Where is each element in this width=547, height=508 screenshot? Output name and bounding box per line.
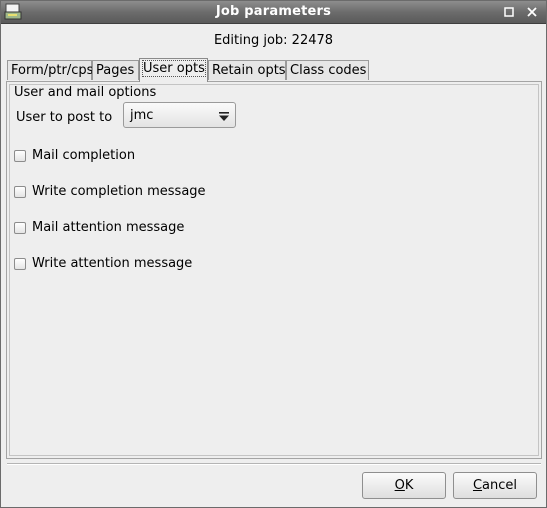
maximize-icon[interactable] bbox=[501, 4, 517, 20]
ok-mnemonic: O bbox=[394, 478, 405, 493]
window-title: Job parameters bbox=[215, 4, 332, 19]
checkbox-label: Mail completion bbox=[32, 148, 136, 163]
ok-label-rest: K bbox=[404, 478, 414, 493]
mail-completion-checkbox-row[interactable]: Mail completion bbox=[14, 148, 144, 164]
tab-label: Form/ptr/cps bbox=[11, 63, 94, 78]
tab-form-ptr-cps[interactable]: Form/ptr/cps bbox=[7, 60, 94, 80]
write-completion-message-checkbox-row[interactable]: Write completion message bbox=[14, 184, 214, 200]
ok-button[interactable]: OK bbox=[362, 472, 446, 499]
write-attention-message-checkbox[interactable] bbox=[14, 258, 26, 270]
tab-retain-opts[interactable]: Retain opts bbox=[208, 60, 286, 80]
user-mail-options-group: User and mail options User to post to jm… bbox=[9, 84, 539, 456]
user-to-post-label: User to post to bbox=[16, 110, 113, 125]
write-attention-message-checkbox-row[interactable]: Write attention message bbox=[14, 256, 204, 272]
cancel-mnemonic: C bbox=[472, 478, 483, 493]
tab-label: Class codes bbox=[290, 63, 367, 78]
group-title: User and mail options bbox=[14, 85, 157, 100]
cancel-label-rest: ancel bbox=[482, 478, 518, 493]
close-icon[interactable] bbox=[524, 4, 540, 20]
tab-user-opts[interactable]: User opts bbox=[139, 58, 208, 82]
tab-label: User opts bbox=[142, 60, 206, 77]
write-completion-message-checkbox[interactable] bbox=[14, 186, 26, 198]
tab-label: Retain opts bbox=[212, 63, 286, 78]
checkbox-label: Write completion message bbox=[32, 184, 206, 199]
combobox-value: jmc bbox=[130, 108, 154, 123]
job-parameters-window: Job parameters Editing job: 22478 Form/p… bbox=[0, 0, 547, 508]
editing-job-label: Editing job: 22478 bbox=[213, 33, 334, 48]
user-opts-panel: User and mail options User to post to jm… bbox=[6, 81, 542, 459]
tab-pages[interactable]: Pages bbox=[92, 60, 139, 80]
dropdown-arrow-icon[interactable] bbox=[218, 111, 230, 121]
mail-attention-message-checkbox-row[interactable]: Mail attention message bbox=[14, 220, 194, 236]
title-bar[interactable]: Job parameters bbox=[1, 1, 546, 24]
user-to-post-combobox[interactable]: jmc bbox=[123, 102, 236, 128]
cancel-button[interactable]: Cancel bbox=[453, 472, 537, 499]
checkbox-label: Mail attention message bbox=[32, 220, 185, 235]
tab-label: Pages bbox=[96, 63, 135, 78]
tab-class-codes[interactable]: Class codes bbox=[286, 60, 369, 80]
mail-attention-message-checkbox[interactable] bbox=[14, 222, 26, 234]
mail-completion-checkbox[interactable] bbox=[14, 150, 26, 162]
separator bbox=[7, 463, 541, 465]
checkbox-label: Write attention message bbox=[32, 256, 193, 271]
